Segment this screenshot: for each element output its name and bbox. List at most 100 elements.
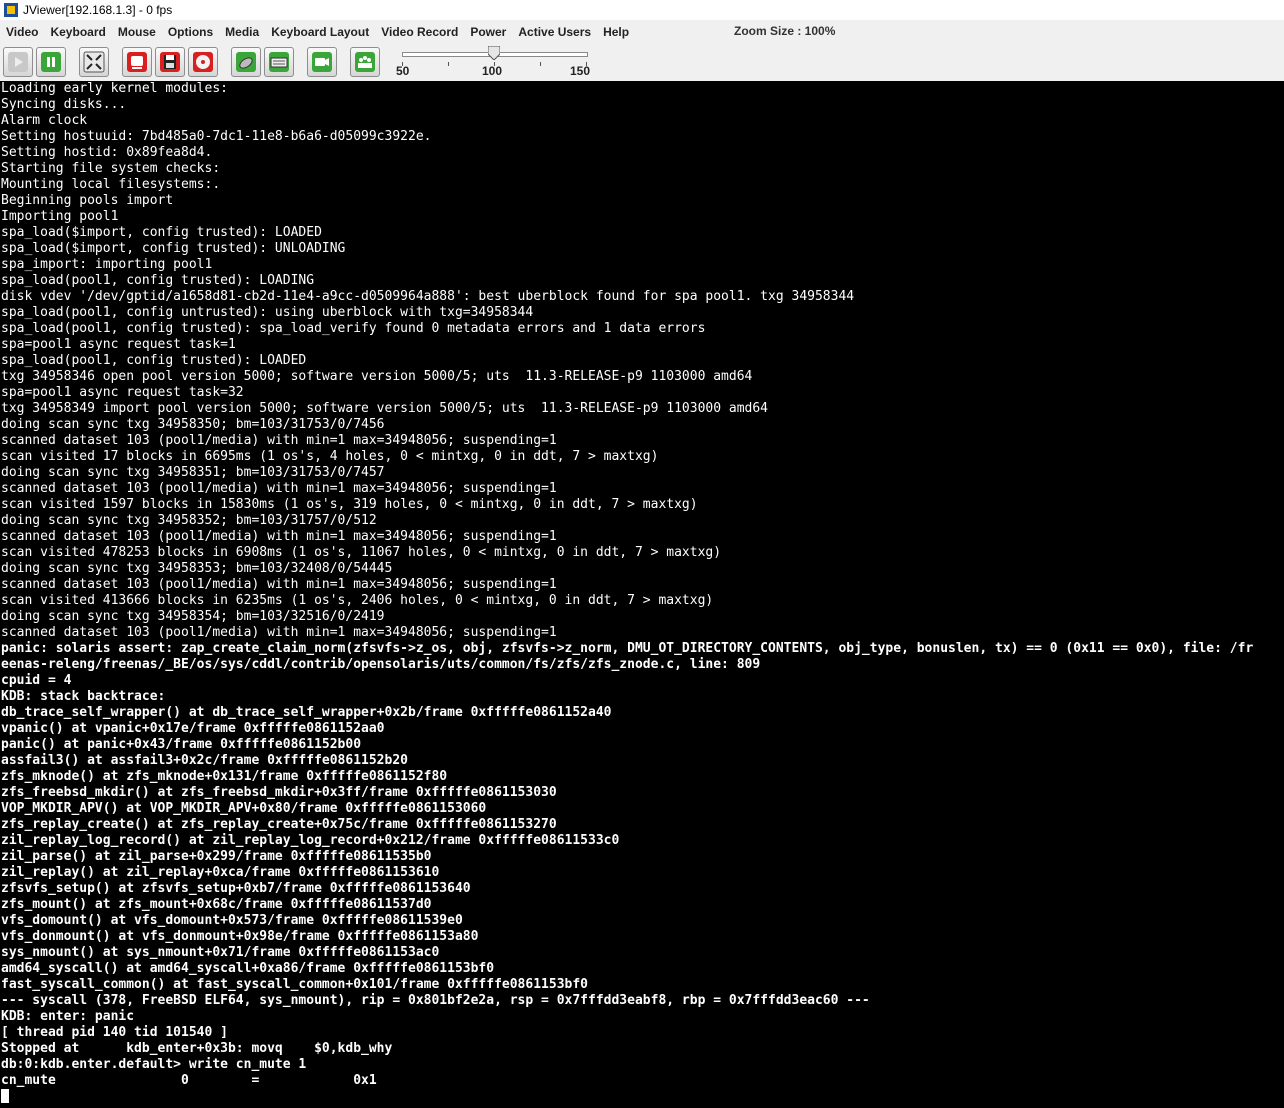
console-line: scanned dataset 103 (pool1/media) with m… [1, 481, 557, 496]
console-line: Mounting local filesystems:. [1, 177, 221, 192]
keyboard-button[interactable] [264, 47, 294, 77]
console-line: vfs_donmount() at vfs_donmount+0x98e/fra… [1, 929, 479, 944]
console-line: zfs_mount() at zfs_mount+0x68c/frame 0xf… [1, 897, 432, 912]
console-line: Syncing disks... [1, 97, 127, 112]
console-line: txg 34958346 open pool version 5000; sof… [1, 369, 753, 384]
console-line: VOP_MKDIR_APV() at VOP_MKDIR_APV+0x80/fr… [1, 801, 487, 816]
toolbar [0, 43, 1284, 82]
console-line: zil_replay() at zil_replay+0xca/frame 0x… [1, 865, 440, 880]
slider-tick [448, 62, 449, 66]
hard-disk-button[interactable] [122, 47, 152, 77]
menu-mouse[interactable]: Mouse [112, 25, 162, 39]
console-line: panic: solaris assert: zap_create_claim_… [1, 641, 1254, 656]
console-line: scanned dataset 103 (pool1/media) with m… [1, 625, 557, 640]
slider-min-label: 50 [396, 64, 410, 78]
menu-help[interactable]: Help [597, 25, 635, 39]
console-line: KDB: stack backtrace: [1, 689, 166, 704]
play-icon [8, 52, 28, 72]
console-line: [ thread pid 140 tid 101540 ] [1, 1025, 228, 1040]
console-line: scan visited 413666 blocks in 6235ms (1 … [1, 593, 714, 608]
video-record-icon [312, 52, 332, 72]
menu-video[interactable]: Video [0, 25, 44, 39]
console-line: assfail3() at assfail3+0x2c/frame 0xffff… [1, 753, 408, 768]
console-line: zil_replay_log_record() at zil_replay_lo… [1, 833, 620, 848]
cdrom-icon [193, 52, 213, 72]
zoom-size-label: Zoom Size : 100% [734, 24, 836, 38]
console-line: doing scan sync txg 34958351; bm=103/317… [1, 465, 385, 480]
console-line: Loading early kernel modules: [1, 81, 228, 96]
keyboard-icon [269, 52, 289, 72]
console-line: zfsvfs_setup() at zfsvfs_setup+0xb7/fram… [1, 881, 471, 896]
video-record-button[interactable] [307, 47, 337, 77]
console-line: eenas-releng/freenas/_BE/os/sys/cddl/con… [1, 657, 761, 672]
console-line: Beginning pools import [1, 193, 174, 208]
console-line: scan visited 478253 blocks in 6908ms (1 … [1, 545, 722, 560]
console-line: zfs_mknode() at zfs_mknode+0x131/frame 0… [1, 769, 448, 784]
title-bar: JViewer[192.168.1.3] - 0 fps [0, 0, 1284, 20]
zoom-slider[interactable]: 50 100 150 [396, 44, 591, 80]
console-line: Starting file system checks: [1, 161, 221, 176]
console-screen[interactable]: Loading early kernel modules: Syncing dis… [0, 81, 1284, 1108]
mouse-icon [236, 52, 256, 72]
console-line: vpanic() at vpanic+0x17e/frame 0xfffffe0… [1, 721, 385, 736]
console-line: spa_load($import, config trusted): UNLOA… [1, 241, 346, 256]
pause-button[interactable] [36, 47, 66, 77]
console-line: scan visited 1597 blocks in 15830ms (1 o… [1, 497, 698, 512]
slider-max-label: 150 [570, 64, 591, 78]
mouse-button[interactable] [231, 47, 261, 77]
console-line: scanned dataset 103 (pool1/media) with m… [1, 577, 557, 592]
menu-video-record[interactable]: Video Record [375, 25, 464, 39]
console-line: spa_load(pool1, config trusted): spa_loa… [1, 321, 706, 336]
console-line: disk vdev '/dev/gptid/a1658d81-cb2d-11e4… [1, 289, 855, 304]
console-line: fast_syscall_common() at fast_syscall_co… [1, 977, 588, 992]
fullscreen-icon [83, 51, 105, 73]
floppy-icon [160, 52, 180, 72]
menu-media[interactable]: Media [219, 25, 265, 39]
console-line: Setting hostuuid: 7bd485a0-7dc1-11e8-b6a… [1, 129, 432, 144]
console-line: vfs_domount() at vfs_domount+0x573/frame… [1, 913, 463, 928]
console-line: panic() at panic+0x43/frame 0xfffffe0861… [1, 737, 362, 752]
console-line: Stopped at kdb_enter+0x3b: movq $0,kdb_w… [1, 1041, 393, 1056]
active-users-icon [355, 52, 375, 72]
console-line: doing scan sync txg 34958353; bm=103/324… [1, 561, 393, 576]
slider-thumb[interactable] [488, 46, 500, 60]
console-line: cpuid = 4 [1, 673, 72, 688]
menu-keyboard-layout[interactable]: Keyboard Layout [265, 25, 375, 39]
console-line: amd64_syscall() at amd64_syscall+0xa86/f… [1, 961, 495, 976]
cdrom-button[interactable] [188, 47, 218, 77]
console-line: doing scan sync txg 34958352; bm=103/317… [1, 513, 377, 528]
console-line: spa_load(pool1, config trusted): LOADED [1, 353, 307, 368]
console-line: scanned dataset 103 (pool1/media) with m… [1, 529, 557, 544]
console-line: cn_mute 0 = 0x1 [1, 1073, 377, 1088]
slider-mid-label: 100 [482, 64, 503, 78]
console-line: KDB: enter: panic [1, 1009, 135, 1024]
console-line: doing scan sync txg 34958354; bm=103/325… [1, 609, 385, 624]
fullscreen-button[interactable] [79, 47, 109, 77]
play-button[interactable] [3, 47, 33, 77]
console-line: spa_load(pool1, config untrusted): using… [1, 305, 534, 320]
console-line: doing scan sync txg 34958350; bm=103/317… [1, 417, 385, 432]
app-icon [4, 3, 18, 17]
menu-options[interactable]: Options [162, 25, 219, 39]
menu-active-users[interactable]: Active Users [512, 25, 597, 39]
console-line: spa_load(pool1, config trusted): LOADING [1, 273, 315, 288]
floppy-button[interactable] [155, 47, 185, 77]
console-line: scan visited 17 blocks in 6695ms (1 os's… [1, 449, 659, 464]
active-users-button[interactable] [350, 47, 380, 77]
console-line: Importing pool1 [1, 209, 119, 224]
hard-disk-icon [127, 52, 147, 72]
console-line: txg 34958349 import pool version 5000; s… [1, 401, 769, 416]
console-line: scanned dataset 103 (pool1/media) with m… [1, 433, 557, 448]
console-line: zfs_freebsd_mkdir() at zfs_freebsd_mkdir… [1, 785, 557, 800]
console-line: Setting hostid: 0x89fea8d4. [1, 145, 213, 160]
menu-bar: Video Keyboard Mouse Options Media Keybo… [0, 20, 1284, 43]
console-line: zfs_replay_create() at zfs_replay_create… [1, 817, 557, 832]
console-line: spa_load($import, config trusted): LOADE… [1, 225, 322, 240]
console-panic-log: panic: solaris assert: zap_create_claim_… [0, 641, 1284, 1089]
menu-power[interactable]: Power [464, 25, 512, 39]
menu-keyboard[interactable]: Keyboard [44, 25, 111, 39]
console-line: spa=pool1 async request task=1 [1, 337, 236, 352]
pause-icon [41, 52, 61, 72]
console-boot-log: Loading early kernel modules: Syncing dis… [0, 81, 1284, 641]
console-line: Alarm clock [1, 113, 88, 128]
